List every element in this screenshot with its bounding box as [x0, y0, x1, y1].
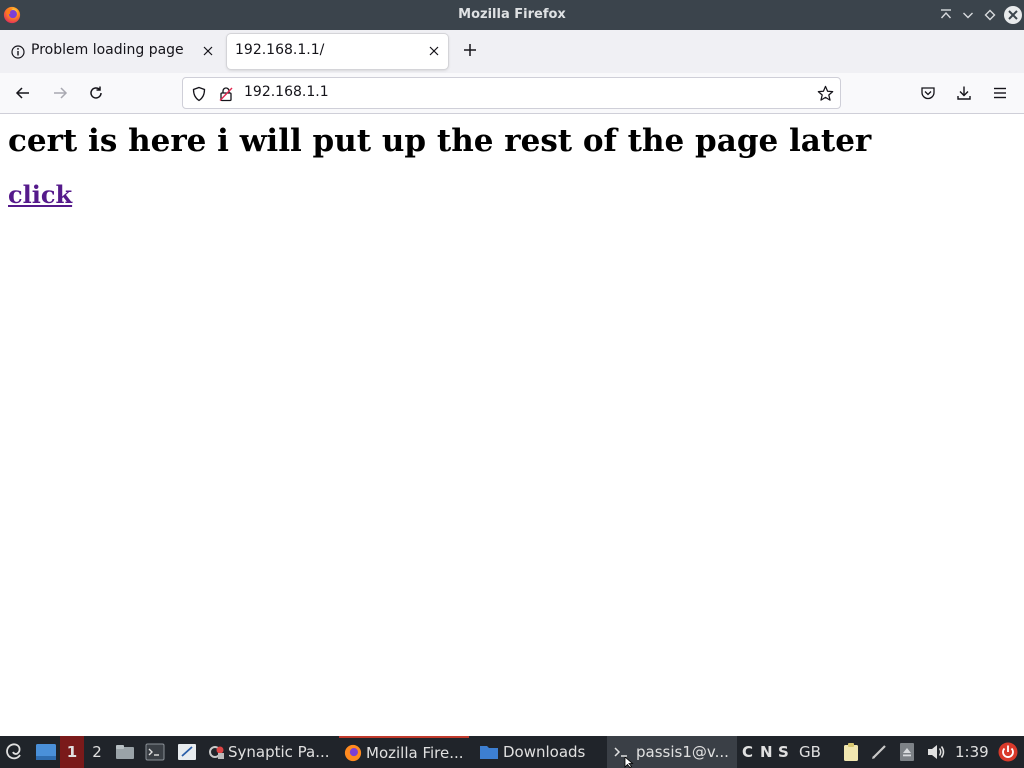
debian-swirl-icon	[6, 743, 21, 760]
volume-tray-button[interactable]	[925, 736, 947, 768]
clipboard-icon	[844, 743, 858, 761]
eject-icon	[900, 743, 914, 761]
desktop-icon	[36, 744, 56, 760]
firefox-icon	[3, 6, 21, 24]
hamburger-menu-icon	[994, 87, 1006, 99]
text-editor-icon	[178, 744, 196, 760]
power-icon	[998, 742, 1018, 762]
close-tab-button[interactable]	[200, 43, 216, 59]
click-link[interactable]: click	[8, 180, 72, 209]
arrow-right-icon	[54, 87, 68, 99]
url-bar[interactable]: 192.168.1.1	[182, 77, 841, 109]
clock[interactable]: 1:39	[955, 736, 989, 768]
pocket-button[interactable]	[915, 81, 941, 105]
downloads-button[interactable]	[951, 81, 977, 105]
tray-num-indicator[interactable]: N	[760, 736, 773, 768]
file-manager-launcher[interactable]	[114, 736, 136, 768]
close-icon	[429, 46, 439, 56]
synaptic-icon	[209, 746, 224, 759]
pocket-icon	[921, 87, 935, 100]
maximize-button[interactable]	[980, 5, 1000, 25]
folder-icon	[480, 746, 498, 759]
tab-192-168-1-1[interactable]: 192.168.1.1/	[227, 34, 448, 69]
app-menu-button[interactable]	[987, 81, 1013, 105]
reload-icon	[90, 86, 102, 99]
taskbar: 1 2 Synaptic Pa... Mozilla Fire... Downl…	[0, 736, 1024, 768]
url-input[interactable]: 192.168.1.1	[244, 84, 329, 100]
window-titlebar[interactable]: Mozilla Firefox	[0, 0, 1024, 30]
tab-strip: Problem loading page 192.168.1.1/	[0, 30, 1024, 73]
arrow-left-icon	[15, 87, 29, 99]
insecure-lock-icon[interactable]	[218, 86, 234, 102]
close-icon	[1004, 6, 1022, 24]
diamond-icon	[984, 9, 996, 21]
workspace-1-button[interactable]: 1	[60, 736, 84, 768]
shield-icon[interactable]	[191, 86, 207, 102]
keyboard-layout-indicator[interactable]: GB	[799, 736, 821, 768]
navigation-toolbar: 192.168.1.1	[0, 73, 1024, 114]
keep-above-icon	[940, 9, 952, 19]
new-tab-button[interactable]	[458, 38, 482, 62]
minimize-button[interactable]	[958, 5, 978, 25]
tab-label: Problem loading page	[31, 42, 184, 58]
clipboard-tray-button[interactable]	[841, 736, 861, 768]
close-tab-button[interactable]	[426, 43, 442, 59]
firefox-icon	[344, 744, 362, 762]
close-icon	[203, 46, 213, 56]
tray-caps-indicator[interactable]: C	[742, 736, 753, 768]
keep-above-button[interactable]	[936, 5, 956, 25]
app-label: Mozilla Fire...	[366, 744, 464, 762]
workspace-label: 1	[66, 743, 78, 761]
plus-icon	[464, 44, 476, 56]
workspace-label: 2	[92, 743, 102, 761]
taskbar-app-synaptic[interactable]: Synaptic Pa...	[208, 736, 336, 768]
app-label: passis1@v...	[636, 743, 729, 761]
tab-problem-loading-page[interactable]: Problem loading page	[4, 34, 222, 69]
pen-tray-button[interactable]	[869, 736, 889, 768]
terminal-launcher[interactable]	[144, 736, 166, 768]
reload-button[interactable]	[83, 81, 109, 105]
drive-icon	[116, 745, 134, 759]
pen-icon	[872, 745, 886, 759]
info-icon	[11, 45, 25, 59]
page-heading: cert is here i will put up the rest of t…	[8, 123, 872, 159]
text-editor-launcher[interactable]	[176, 736, 198, 768]
terminal-icon	[145, 743, 165, 761]
download-icon	[957, 86, 971, 100]
taskbar-app-downloads[interactable]: Downloads	[477, 736, 599, 768]
eject-tray-button[interactable]	[897, 736, 917, 768]
tab-label: 192.168.1.1/	[235, 42, 325, 58]
start-menu-button[interactable]	[2, 736, 28, 768]
mouse-cursor-icon	[624, 757, 634, 768]
taskbar-app-firefox[interactable]: Mozilla Fire...	[339, 736, 469, 768]
power-button[interactable]	[996, 736, 1020, 768]
chevron-down-icon	[963, 12, 973, 19]
forward-button[interactable]	[47, 81, 73, 105]
tray-scroll-indicator[interactable]: S	[778, 736, 789, 768]
close-window-button[interactable]	[1002, 4, 1024, 26]
app-label: Synaptic Pa...	[228, 743, 330, 761]
volume-icon	[928, 745, 945, 759]
show-desktop-button[interactable]	[34, 736, 58, 768]
back-button[interactable]	[10, 81, 36, 105]
bookmark-star-icon[interactable]	[817, 85, 834, 102]
workspace-2-button[interactable]: 2	[86, 736, 108, 768]
app-label: Downloads	[503, 743, 586, 761]
page-content: cert is here i will put up the rest of t…	[0, 114, 1024, 736]
window-title: Mozilla Firefox	[458, 7, 566, 22]
